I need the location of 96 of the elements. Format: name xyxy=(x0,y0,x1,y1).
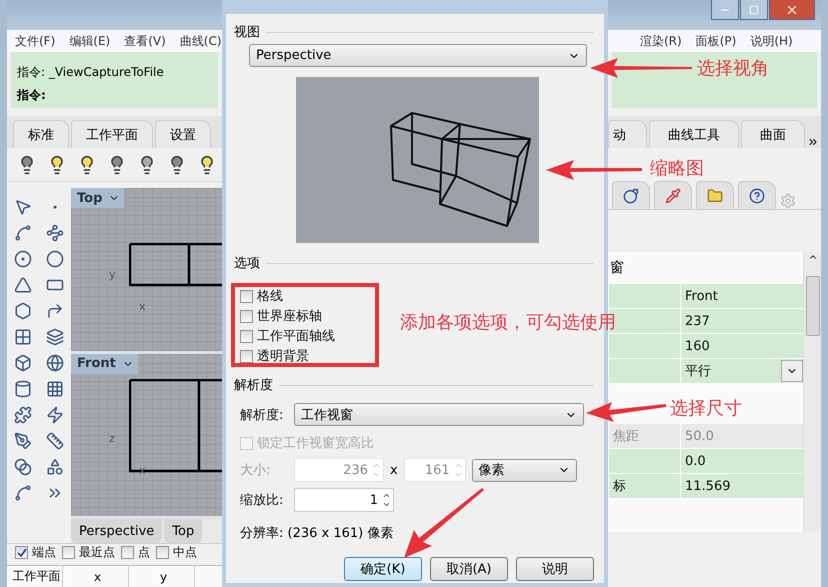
menu-item[interactable]: 曲线(C) xyxy=(180,32,222,50)
osnap-checkbox[interactable]: 点 xyxy=(121,544,150,561)
scale-field[interactable]: 1 xyxy=(294,488,394,512)
command-history: 指令: _ViewCaptureToFile xyxy=(17,64,165,81)
folder-icon xyxy=(707,188,723,204)
pen-icon[interactable] xyxy=(14,432,32,450)
lightning-icon[interactable] xyxy=(46,406,64,424)
double-chevron-icon[interactable] xyxy=(807,136,819,148)
curve-icon[interactable] xyxy=(14,484,32,502)
axis-label: x xyxy=(139,300,146,313)
layers-icon[interactable] xyxy=(46,328,64,346)
view-select[interactable]: Perspective xyxy=(249,44,587,67)
osnap-checkbox[interactable]: 最近点 xyxy=(62,544,115,561)
section-title: 窗 xyxy=(609,259,625,278)
menu-item[interactable]: 渲染(R) xyxy=(640,32,682,50)
field-label: 解析度: xyxy=(240,406,284,424)
command-prompt[interactable]: 指令: xyxy=(17,87,212,104)
viewport-tab[interactable]: Top xyxy=(164,519,202,543)
help-icon xyxy=(749,188,765,204)
shapes-icon[interactable] xyxy=(46,458,64,476)
status-cell: 工作平面 xyxy=(7,566,63,587)
property-label: 焦距 xyxy=(608,424,680,448)
scrollbar[interactable] xyxy=(803,252,821,532)
dropdown-button[interactable] xyxy=(781,360,803,382)
option-checkbox[interactable]: 世界座标轴 xyxy=(240,307,322,325)
dropper-icon xyxy=(665,188,681,204)
check-icon xyxy=(16,548,26,558)
down-caret-icon[interactable] xyxy=(382,500,391,509)
menu-item[interactable]: 文件(F) xyxy=(15,32,56,50)
field-label: 大小: xyxy=(240,462,272,479)
times-sign: x xyxy=(390,462,398,478)
status-cell: y xyxy=(129,566,195,587)
dialog-button[interactable]: 确定(K) xyxy=(344,557,422,581)
option-checkbox[interactable]: 工作平面轴线 xyxy=(240,327,335,345)
option-checkbox[interactable]: 透明背景 xyxy=(240,347,309,365)
axis-label: z xyxy=(109,432,115,444)
annotation-text: 选择视角 xyxy=(697,57,769,80)
status-cell: x xyxy=(63,566,129,587)
minimize-button[interactable] xyxy=(711,0,739,20)
close-button[interactable] xyxy=(769,0,815,20)
toolbar-tab[interactable]: 曲线工具 xyxy=(649,120,739,148)
osnap-checkbox[interactable]: 中点 xyxy=(156,544,197,561)
triangle-icon[interactable] xyxy=(14,276,32,294)
node-curve-icon[interactable] xyxy=(46,224,64,242)
unit-select[interactable]: 像素 xyxy=(472,458,577,482)
panel-tab[interactable] xyxy=(612,181,650,209)
menu-item[interactable]: 查看(V) xyxy=(124,32,166,50)
toolbar-tab[interactable]: 工作平面 xyxy=(71,120,153,148)
toolbar-tab[interactable]: 曲面 xyxy=(741,120,805,148)
up-caret-icon[interactable] xyxy=(382,491,391,500)
toolbar-tab[interactable]: 设置 xyxy=(155,120,211,148)
dialog-button[interactable]: 取消(A) xyxy=(430,557,508,581)
resolution-select[interactable]: 工作视窗 xyxy=(294,403,584,426)
section-title: 视图 xyxy=(234,24,260,41)
field-label: 缩放比: xyxy=(240,492,284,509)
menu-item[interactable]: 面板(P) xyxy=(696,32,736,50)
viewport-tab[interactable]: Perspective xyxy=(71,519,162,543)
puzzle-icon[interactable] xyxy=(14,406,32,424)
annotation-text: 添加各项选项，可勾选使用 xyxy=(400,311,616,334)
maximize-icon xyxy=(749,4,759,14)
grid-icon[interactable] xyxy=(14,328,32,346)
ruler-icon[interactable] xyxy=(46,432,64,450)
option-checkbox[interactable]: 格线 xyxy=(240,287,283,305)
toolbar-tab[interactable]: 标准 xyxy=(13,120,69,148)
panel-tab[interactable] xyxy=(738,181,776,209)
panel-tab[interactable] xyxy=(654,181,692,209)
viewport-title[interactable]: Front xyxy=(71,354,138,374)
pointer-icon[interactable] xyxy=(14,198,32,216)
section-title: 解析度 xyxy=(234,377,273,394)
menu-item[interactable]: 说明(H) xyxy=(750,32,793,50)
resolution-text: 分辨率: (236 x 161) 像素 xyxy=(240,525,394,542)
dialog-button[interactable]: 说明 xyxy=(516,557,594,581)
hexagon-icon[interactable] xyxy=(14,302,32,320)
maximize-button[interactable] xyxy=(740,0,768,20)
sphere-icon[interactable] xyxy=(46,354,64,372)
cylinder-icon[interactable] xyxy=(14,380,32,398)
curve-icon[interactable] xyxy=(14,224,32,242)
axis-label: y xyxy=(109,268,116,281)
cube-icon[interactable] xyxy=(14,354,32,372)
osnap-checkbox[interactable]: 端点 xyxy=(15,544,56,561)
toolbar-tab[interactable]: 动 xyxy=(608,120,647,148)
viewport-title[interactable]: Top xyxy=(71,188,124,208)
scrollbar-thumb[interactable] xyxy=(806,276,820,336)
bomb-icon xyxy=(623,188,639,204)
corner-arrow-icon[interactable] xyxy=(46,302,64,320)
annotation-text: 缩略图 xyxy=(650,157,704,180)
section-title: 选项 xyxy=(234,255,260,272)
viewport[interactable]: Top y x xyxy=(71,188,222,350)
property-label: 标 xyxy=(608,474,680,498)
circles-icon[interactable] xyxy=(14,458,32,476)
annotation-text: 选择尺寸 xyxy=(670,397,742,420)
circle-icon[interactable] xyxy=(14,250,32,268)
mesh-icon[interactable] xyxy=(46,380,64,398)
panel-tab[interactable] xyxy=(696,181,734,209)
menu-item[interactable]: 编辑(E) xyxy=(69,32,110,50)
ellipse-icon[interactable] xyxy=(46,250,64,268)
